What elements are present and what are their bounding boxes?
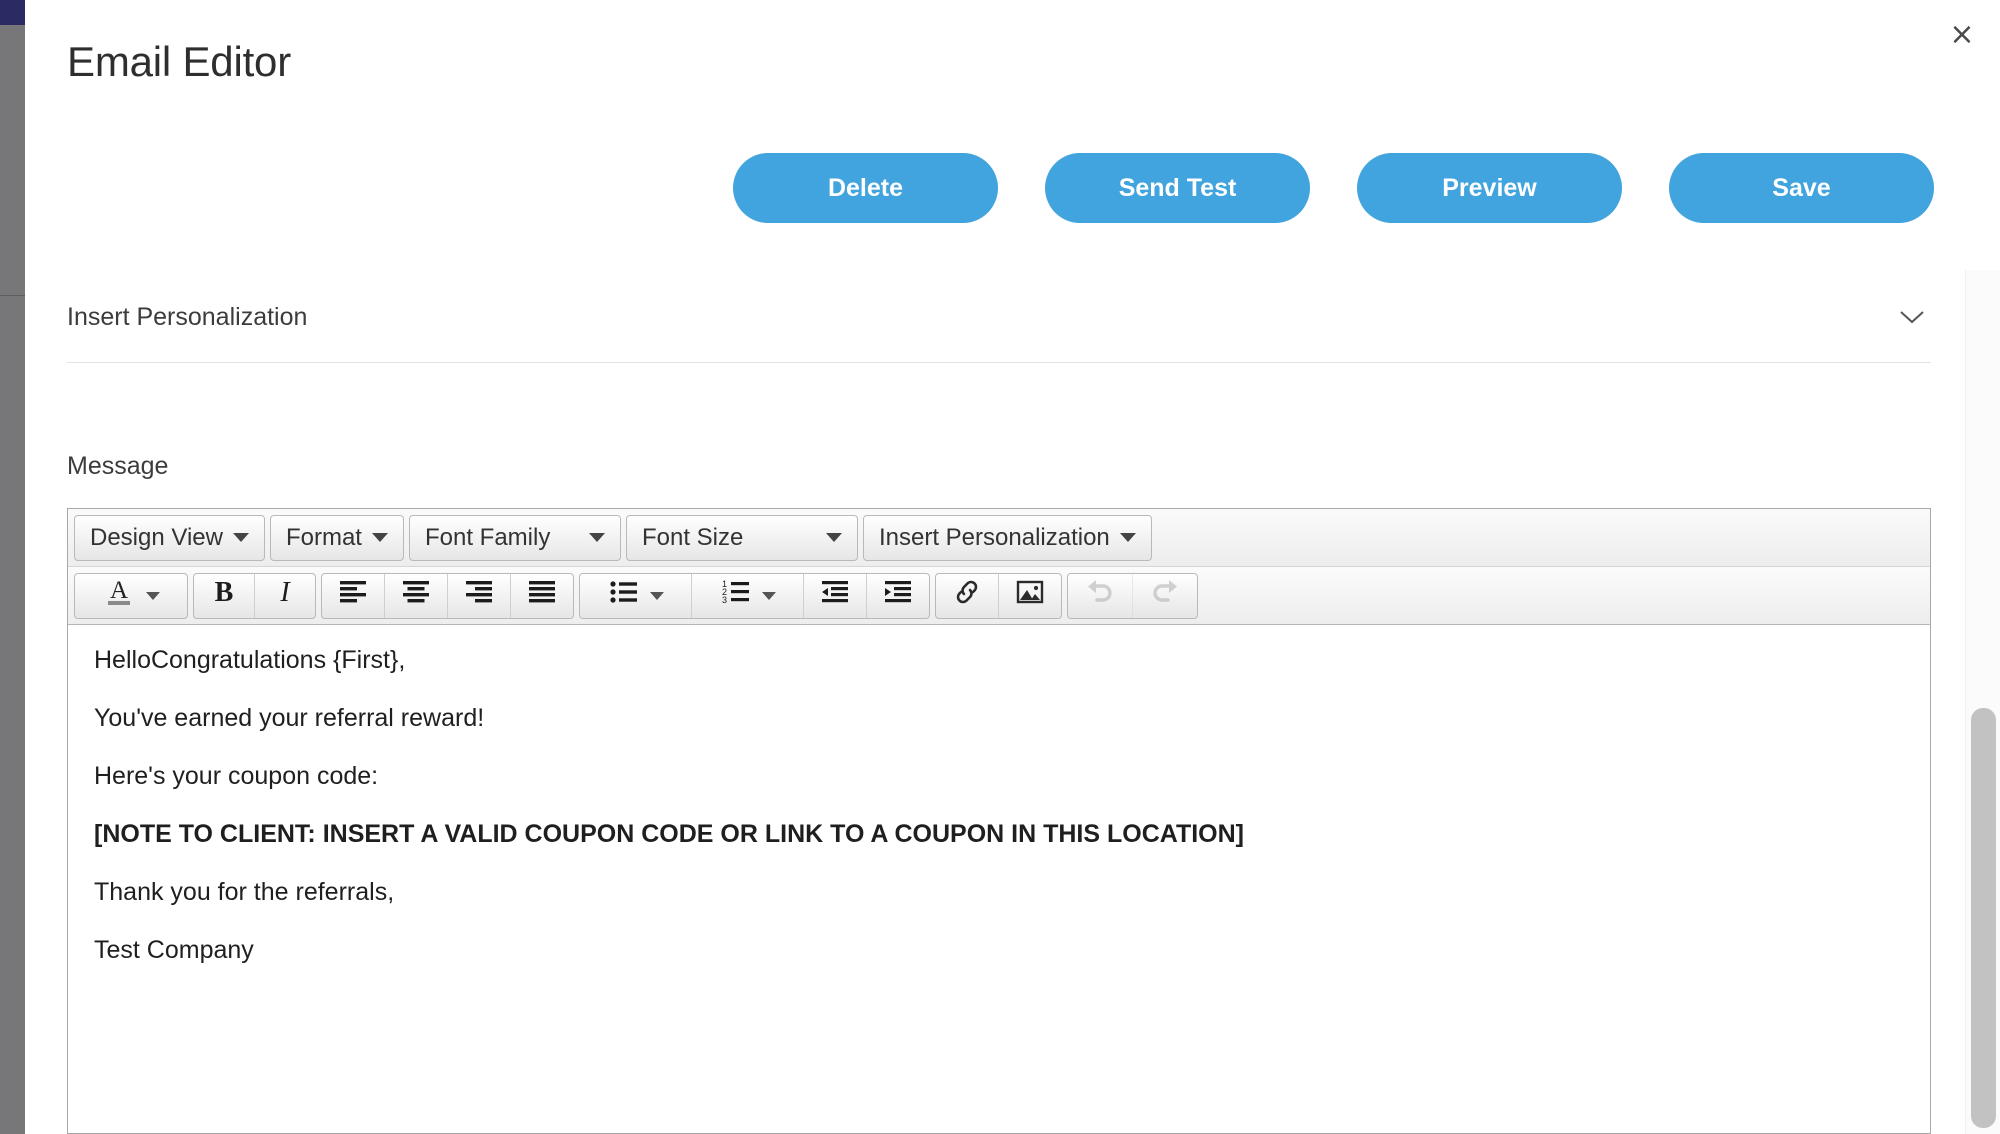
italic-button[interactable]: I (255, 574, 315, 618)
insert-personalization-dropdown[interactable]: Insert Personalization (864, 516, 1151, 560)
delete-button[interactable]: Delete (733, 153, 998, 223)
svg-text:A: A (110, 577, 128, 604)
email-body-line: You've earned your referral reward! (94, 704, 485, 732)
action-button-row: Delete Send Test Preview Save (25, 153, 1965, 223)
design-view-label: Design View (90, 523, 223, 551)
email-editor-modal: × Email Editor Delete Send Test Preview … (25, 0, 2000, 1134)
toolbar-group-insert-personalization: Insert Personalization (862, 514, 1152, 561)
redo-icon (1148, 577, 1182, 614)
image-icon (1014, 577, 1046, 614)
align-left-button[interactable] (322, 573, 385, 618)
email-body-line-note: [NOTE TO CLIENT: INSERT A VALID COUPON C… (94, 820, 1244, 848)
svg-text:3: 3 (722, 595, 727, 605)
modal-scrollbar-thumb[interactable] (1971, 708, 1996, 1128)
align-right-icon (463, 578, 495, 613)
chevron-down-icon (1119, 533, 1136, 542)
bullet-list-icon (608, 578, 640, 613)
page-title: Email Editor (67, 38, 292, 85)
align-left-icon (337, 578, 369, 613)
toolbar-group-font-size: Font Size (625, 514, 858, 561)
email-body-line: HelloCongratulations {First}, (94, 646, 406, 674)
numbered-list-button[interactable]: 1 2 3 (692, 573, 804, 618)
rich-text-editor: Design View Format Font Family Font Size… (67, 508, 1931, 1134)
undo-button[interactable] (1068, 573, 1133, 618)
insert-personalization-label: Insert Personalization (67, 303, 308, 331)
outdent-icon (819, 578, 851, 613)
app-backdrop-strip (0, 25, 25, 1134)
chevron-down-icon (649, 591, 664, 600)
editor-toolbar-row-2: A B I 1 2 3 (68, 567, 1930, 625)
close-icon[interactable]: × (1941, 14, 1983, 56)
link-icon (951, 577, 983, 614)
font-family-label: Font Family (424, 523, 551, 551)
insert-personalization-accordion[interactable]: Insert Personalization (67, 303, 1931, 363)
toolbar-group-font-family: Font Family (408, 514, 621, 561)
chevron-down-icon (232, 533, 249, 542)
email-body-line: Thank you for the referrals, (94, 878, 395, 906)
toolbar-group-design-view: Design View (74, 514, 265, 561)
chevron-down-icon (146, 591, 160, 600)
text-color-button[interactable]: A (75, 574, 187, 618)
toolbar-group-format: Format (269, 514, 404, 561)
undo-icon (1083, 577, 1117, 614)
format-dropdown[interactable]: Format (271, 516, 403, 560)
preview-button[interactable]: Preview (1357, 153, 1622, 223)
bold-button[interactable]: B (194, 573, 255, 618)
svg-text:B: B (215, 577, 234, 608)
backdrop-seam (0, 295, 25, 296)
toolbar-group-alignment (321, 572, 574, 619)
align-justify-button[interactable] (511, 574, 573, 618)
insert-image-button[interactable] (999, 574, 1061, 618)
italic-icon: I (270, 575, 300, 616)
svg-text:I: I (279, 577, 291, 608)
redo-button[interactable] (1133, 574, 1197, 618)
toolbar-group-lists: 1 2 3 (579, 572, 930, 619)
save-button[interactable]: Save (1669, 153, 1934, 223)
numbered-list-icon: 1 2 3 (720, 578, 752, 613)
outdent-button[interactable] (804, 573, 867, 618)
editor-toolbar-row-1: Design View Format Font Family Font Size… (68, 509, 1930, 567)
insert-link-button[interactable] (936, 573, 999, 618)
format-label: Format (285, 523, 362, 551)
email-body-line: Here's your coupon code: (94, 762, 379, 790)
toolbar-group-history (1067, 572, 1198, 619)
insert-personalization-toolbar-label: Insert Personalization (878, 523, 1110, 551)
design-view-dropdown[interactable]: Design View (75, 516, 264, 560)
email-body-line: Test Company (94, 936, 254, 964)
chevron-down-icon (588, 533, 605, 542)
indent-button[interactable] (867, 574, 929, 618)
chevron-down-icon (825, 533, 842, 542)
bold-icon: B (209, 575, 239, 616)
message-label: Message (67, 452, 169, 480)
align-center-icon (400, 578, 432, 613)
toolbar-group-bold-italic: B I (193, 572, 316, 619)
bullet-list-button[interactable] (580, 573, 692, 618)
chevron-down-icon (1899, 309, 1925, 325)
modal-scrollbar-track[interactable] (1965, 270, 2000, 1134)
align-justify-icon (526, 578, 558, 613)
chevron-down-icon (371, 533, 388, 542)
text-color-icon: A (102, 575, 136, 616)
app-sidebar-navy-strip (0, 0, 25, 25)
send-test-button[interactable]: Send Test (1045, 153, 1310, 223)
font-size-label: Font Size (641, 523, 744, 551)
align-right-button[interactable] (448, 573, 511, 618)
indent-icon (882, 578, 914, 613)
page-root: × Email Editor Delete Send Test Preview … (0, 0, 2000, 1134)
toolbar-group-insert (935, 572, 1062, 619)
font-family-dropdown[interactable]: Font Family (410, 516, 620, 560)
toolbar-group-text-color: A (74, 572, 188, 619)
font-size-dropdown[interactable]: Font Size (627, 516, 857, 560)
align-center-button[interactable] (385, 573, 448, 618)
chevron-down-icon (761, 591, 776, 600)
email-body-content[interactable]: HelloCongratulations {First}, You've ear… (68, 625, 1930, 1133)
